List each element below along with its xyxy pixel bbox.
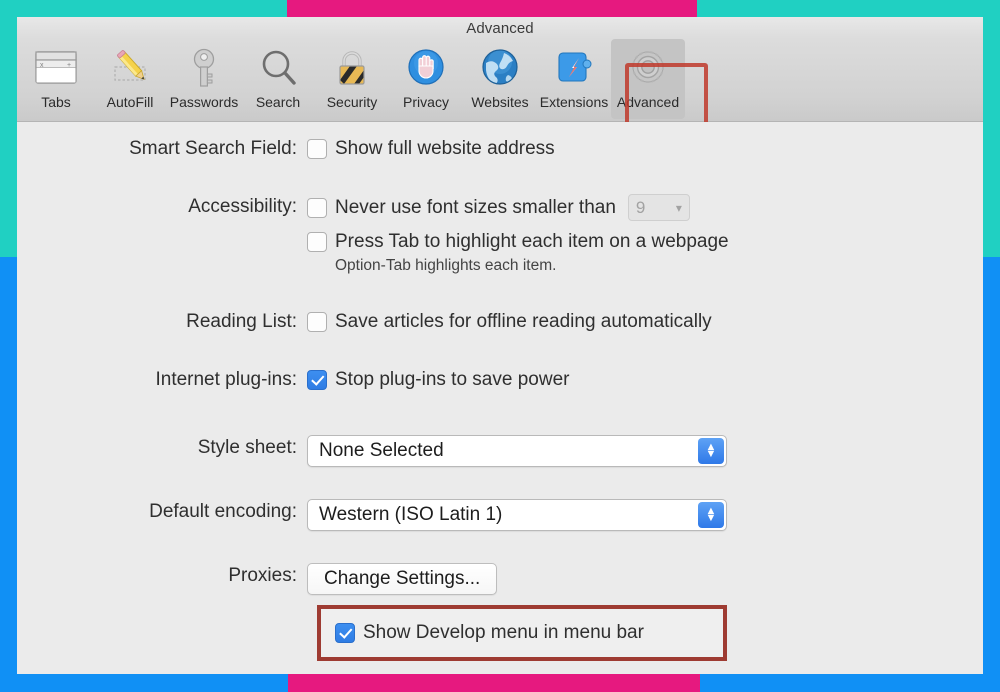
screenshot-frame: Advanced x + Tabs AutoFill Passwords Sea… (0, 0, 1000, 692)
accessibility-font-size-row: Never use font sizes smaller than 9 ▾ (307, 194, 983, 221)
checkbox-press-tab-to-highlight[interactable] (307, 232, 327, 252)
select-minimum-font-size[interactable]: 9 ▾ (627, 194, 690, 221)
accessibility-tab-highlight-row: Press Tab to highlight each item on a we… (307, 229, 983, 255)
preferences-toolbar: x + Tabs AutoFill Passwords Search Secur… (17, 39, 983, 152)
select-default-encoding-value: Western (ISO Latin 1) (319, 504, 503, 525)
advanced-preferences-pane: Smart Search Field: Show full website ad… (17, 122, 983, 674)
toolbar-item-autofill[interactable]: AutoFill (93, 39, 167, 119)
select-minimum-font-size-value: 9 (635, 197, 646, 217)
row-internet-plugins: Internet plug-ins: Stop plug-ins to save… (17, 367, 983, 393)
label-default-encoding: Default encoding: (149, 501, 297, 522)
frame-edge-left-blue (0, 257, 17, 692)
label-show-full-website-address: Show full website address (335, 138, 555, 159)
frame-edge-bottom-blue-left (0, 674, 288, 692)
frame-edge-right-teal (983, 0, 1000, 257)
passwords-icon (180, 44, 228, 92)
select-style-sheet[interactable]: None Selected ▲ ▼ (307, 435, 727, 467)
toolbar-item-websites[interactable]: Websites (463, 39, 537, 119)
stepper-arrows-icon[interactable]: ▲ ▼ (698, 438, 724, 464)
frame-edge-top-teal-left (0, 0, 287, 17)
toolbar-label-autofill: AutoFill (106, 94, 154, 110)
window-title: Advanced (466, 19, 534, 37)
checkbox-save-articles-offline[interactable] (307, 312, 327, 332)
checkbox-stop-plugins-to-save-power[interactable] (307, 370, 327, 390)
select-default-encoding[interactable]: Western (ISO Latin 1) ▲ ▼ (307, 499, 727, 531)
select-style-sheet-value: None Selected (319, 440, 444, 461)
svg-text:+: + (67, 62, 71, 69)
label-save-articles-offline: Save articles for offline reading automa… (335, 311, 712, 332)
label-proxies: Proxies: (228, 565, 297, 586)
frame-edge-left-teal (0, 0, 17, 257)
hint-option-tab: Option-Tab highlights each item. (335, 257, 557, 274)
label-show-develop-menu: Show Develop menu in menu bar (363, 622, 644, 643)
websites-icon (476, 44, 524, 92)
search-icon (254, 44, 302, 92)
toolbar-label-privacy: Privacy (403, 94, 449, 110)
toolbar-item-passwords[interactable]: Passwords (167, 39, 241, 119)
row-smart-search-field: Smart Search Field: Show full website ad… (17, 136, 983, 162)
checkbox-show-full-website-address[interactable] (307, 139, 327, 159)
label-smart-search-field: Smart Search Field: (129, 138, 297, 159)
label-stop-plugins-to-save-power: Stop plug-ins to save power (335, 369, 570, 390)
row-accessibility: Accessibility: Never use font sizes smal… (17, 194, 983, 277)
privacy-icon (402, 44, 450, 92)
svg-text:x: x (40, 62, 44, 69)
develop-menu-highlight-annotation: Show Develop menu in menu bar (317, 605, 727, 661)
security-icon (328, 44, 376, 92)
label-internet-plugins: Internet plug-ins: (155, 369, 297, 390)
chevron-down-icon: ▾ (675, 200, 682, 215)
row-reading-list: Reading List: Save articles for offline … (17, 309, 983, 335)
toolbar-label-advanced: Advanced (616, 94, 680, 110)
toolbar-item-search[interactable]: Search (241, 39, 315, 119)
toolbar-item-advanced[interactable]: Advanced (611, 39, 685, 119)
preferences-window: Advanced x + Tabs AutoFill Passwords Sea… (17, 17, 983, 674)
tabs-icon: x + (32, 44, 80, 92)
row-show-develop-menu: Show Develop menu in menu bar (335, 620, 723, 646)
row-default-encoding: Default encoding: Western (ISO Latin 1) … (17, 499, 983, 531)
toolbar-label-passwords: Passwords (169, 94, 239, 110)
row-proxies: Proxies: Change Settings... (17, 563, 983, 595)
frame-edge-bottom-pink (288, 674, 700, 692)
autofill-icon (106, 44, 154, 92)
frame-edge-bottom-blue-right (700, 674, 1000, 692)
label-press-tab-to-highlight: Press Tab to highlight each item on a we… (335, 231, 729, 252)
label-accessibility: Accessibility: (188, 196, 297, 217)
label-reading-list: Reading List: (186, 311, 297, 332)
checkbox-never-use-font-sizes-smaller-than[interactable] (307, 197, 327, 218)
toolbar-label-tabs: Tabs (41, 94, 71, 110)
toolbar-item-privacy[interactable]: Privacy (389, 39, 463, 119)
toolbar-item-security[interactable]: Security (315, 39, 389, 119)
window-titlebar: Advanced (17, 17, 983, 39)
extensions-icon (550, 44, 598, 92)
label-never-use-font-sizes-smaller-than: Never use font sizes smaller than (335, 196, 616, 218)
stepper-arrows-icon[interactable]: ▲ ▼ (698, 502, 724, 528)
change-settings-button[interactable]: Change Settings... (307, 563, 498, 595)
frame-edge-top-pink (287, 0, 697, 17)
row-style-sheet: Style sheet: None Selected ▲ ▼ (17, 435, 983, 467)
toolbar-label-websites: Websites (471, 94, 529, 110)
label-style-sheet: Style sheet: (197, 437, 297, 458)
advanced-gear-icon (624, 44, 672, 92)
toolbar-label-security: Security (326, 94, 378, 110)
toolbar-item-extensions[interactable]: Extensions (537, 39, 611, 119)
toolbar-label-extensions: Extensions (539, 94, 609, 110)
frame-edge-top-teal-right (697, 0, 1000, 17)
toolbar-item-tabs[interactable]: x + Tabs (19, 39, 93, 119)
checkbox-show-develop-menu[interactable] (335, 623, 355, 643)
frame-edge-right-blue (983, 257, 1000, 692)
toolbar-label-search: Search (255, 94, 301, 110)
